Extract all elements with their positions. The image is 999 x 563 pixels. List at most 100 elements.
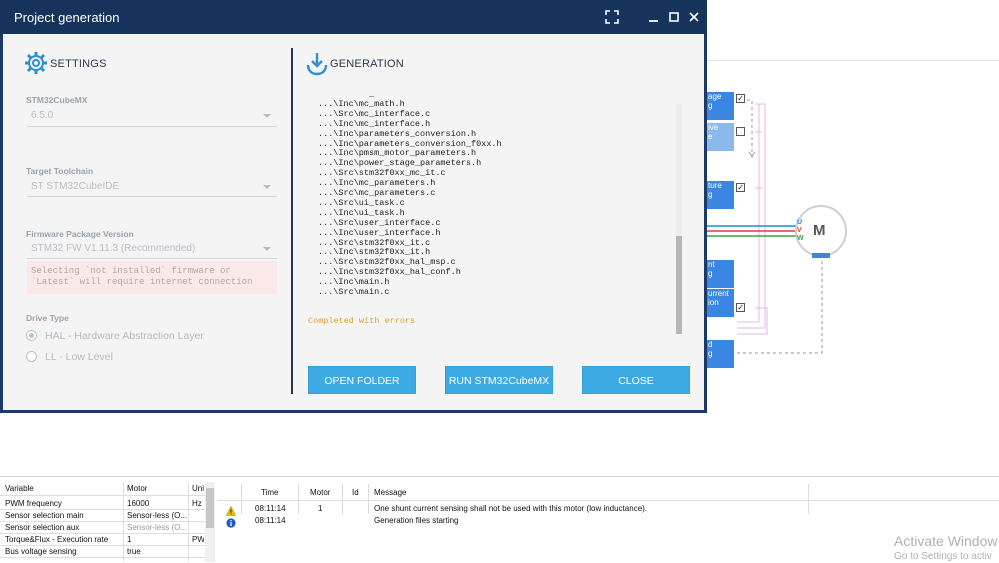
warning-line-1: Selecting `not installed` firmware or: [31, 266, 231, 276]
toolchain-underline: [27, 196, 277, 197]
chevron-down-icon[interactable]: [263, 247, 271, 251]
cubemx-label: STM32CubeMX: [26, 95, 88, 105]
diagram-block-current-sensing[interactable]: nt g: [707, 260, 734, 288]
var-row-name: Sensor selection main: [5, 511, 84, 520]
open-folder-button[interactable]: OPEN FOLDER: [308, 366, 416, 394]
msg-col-divider: [298, 484, 299, 514]
diagram-block-active[interactable]: ive e: [707, 123, 734, 151]
var-row-name: Sensor selection aux: [5, 523, 80, 532]
block-label: nt: [708, 260, 715, 269]
block-label: g: [708, 349, 713, 358]
msg-row-time: 08:11:14: [255, 516, 286, 525]
var-row-divider: [0, 533, 205, 534]
block-checkbox[interactable]: [736, 127, 745, 136]
settings-heading: SETTINGS: [50, 58, 107, 70]
firmware-underline: [27, 258, 277, 259]
var-row-divider: [0, 521, 205, 522]
var-header-divider: [0, 495, 205, 496]
var-row-name: Bus voltage sensing: [5, 547, 77, 556]
var-row-value[interactable]: 16000: [127, 499, 187, 508]
block-label: ion: [708, 298, 719, 307]
fullscreen-icon[interactable]: [603, 8, 621, 26]
block-checkbox[interactable]: ✓: [736, 183, 745, 192]
info-icon: [226, 515, 236, 533]
msg-row-message[interactable]: One shunt current sensing shall not be u…: [374, 504, 647, 513]
firmware-warning-text: Selecting `not installed` firmware or `L…: [31, 266, 252, 288]
column-separator: [291, 48, 293, 394]
diagram-block-voltage[interactable]: age g: [707, 92, 734, 120]
toolchain-select[interactable]: ST STM32CubeIDE: [31, 181, 119, 192]
var-col-divider: [188, 482, 189, 562]
block-label: d: [708, 340, 713, 349]
var-row-value[interactable]: Sensor-less (O...: [127, 511, 187, 520]
radio-ll-label[interactable]: LL - Low Level: [45, 351, 113, 363]
log-scroll-thumb[interactable]: [676, 236, 682, 334]
block-label: age: [708, 92, 722, 101]
phase-label-w: W: [797, 235, 804, 242]
block-checkbox[interactable]: ✓: [736, 303, 745, 312]
close-icon[interactable]: [685, 8, 703, 26]
download-icon: [306, 52, 328, 81]
generation-heading: GENERATION: [330, 58, 404, 70]
cubemx-select[interactable]: 6.5.0: [31, 110, 53, 121]
radio-ll[interactable]: [26, 351, 37, 362]
var-row-unit: Hz: [192, 499, 202, 508]
msg-row-time: 08:11:14: [255, 504, 286, 513]
var-row-divider: [0, 509, 205, 510]
cubemx-underline: [27, 126, 277, 127]
firmware-label: Firmware Package Version: [26, 229, 134, 239]
generation-log: ...\Src\mc_math.c...\Inc\mc_math.h...\Sr…: [318, 96, 670, 336]
messages-header-divider: [218, 500, 999, 501]
run-cubemx-button[interactable]: RUN STM32CubeMX: [445, 366, 553, 394]
var-row-unit: PW: [192, 535, 204, 544]
activate-windows-subtitle: Go to Settings to activ: [894, 551, 992, 562]
var-row-name: PWM frequency: [5, 499, 62, 508]
msg-header-message[interactable]: Message: [374, 488, 406, 497]
block-label: e: [708, 132, 713, 141]
log-line: ...\Inc\parameters_conversion.h: [318, 128, 477, 139]
msg-header-id[interactable]: Id: [352, 488, 359, 497]
var-header-variable[interactable]: Variable: [5, 484, 123, 493]
msg-header-motor[interactable]: Motor: [310, 488, 330, 497]
msg-header-time[interactable]: Time: [261, 488, 278, 497]
chevron-down-icon[interactable]: [263, 185, 271, 189]
generation-status: Completed with errors: [308, 316, 416, 326]
minimize-icon[interactable]: [645, 8, 663, 26]
firmware-select[interactable]: STM32 FW V1.11.3 (Recommended): [31, 243, 195, 254]
msg-col-divider: [241, 484, 242, 514]
firmware-warning-box: Selecting `not installed` firmware or `L…: [27, 261, 277, 294]
block-label: g: [708, 101, 713, 110]
variables-scroll-thumb[interactable]: [206, 488, 214, 528]
phase-label-v: V: [797, 227, 802, 234]
radio-hal[interactable]: [26, 330, 37, 341]
log-line: ...\Src\main.c: [318, 287, 390, 297]
var-row-value[interactable]: 1: [127, 535, 187, 544]
msg-col-divider: [368, 484, 369, 514]
block-label: urrent: [708, 289, 729, 298]
var-header-motor[interactable]: Motor: [127, 484, 187, 493]
motor-base: [812, 253, 830, 258]
msg-row-motor: 1: [318, 504, 323, 513]
diagram-block-temperature[interactable]: ture g: [707, 181, 734, 209]
block-checkbox[interactable]: ✓: [736, 94, 745, 103]
var-header-unit[interactable]: Uni: [192, 484, 204, 493]
msg-col-divider: [342, 484, 343, 514]
maximize-icon[interactable]: [665, 8, 683, 26]
gear-icon: [25, 52, 47, 79]
diagram-block-overcurrent[interactable]: urrent ion: [707, 289, 734, 317]
close-button[interactable]: CLOSE: [582, 366, 690, 394]
drive-type-label: Drive Type: [26, 313, 69, 323]
dialog-title: Project generation: [14, 10, 120, 25]
var-row-name: Torque&Flux - Execution rate: [5, 535, 109, 544]
var-row-value[interactable]: true: [127, 547, 187, 556]
block-label: ive: [708, 123, 719, 132]
motor-label: M: [813, 222, 826, 239]
activate-windows-title: Activate Window: [894, 533, 998, 549]
var-row-divider: [0, 545, 205, 546]
toolchain-label: Target Toolchain: [26, 166, 94, 176]
chevron-down-icon[interactable]: [263, 114, 271, 118]
var-row-value[interactable]: Sensor-less (O...: [127, 523, 187, 532]
diagram-block-speed-sensing[interactable]: dg: [707, 340, 734, 368]
msg-row-message[interactable]: Generation files starting: [374, 516, 459, 525]
radio-hal-label[interactable]: HAL - Hardware Abstraction Layer: [45, 330, 204, 342]
